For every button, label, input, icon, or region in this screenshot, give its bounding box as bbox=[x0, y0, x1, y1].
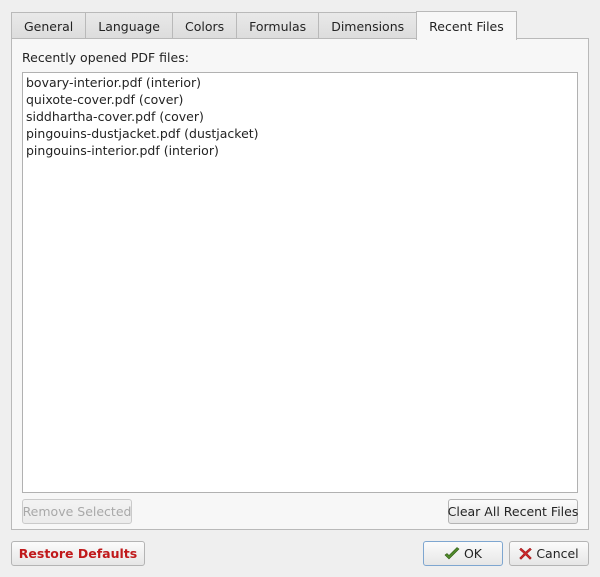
tab-general[interactable]: General bbox=[11, 12, 87, 39]
x-icon bbox=[519, 547, 533, 560]
list-item[interactable]: quixote-cover.pdf (cover) bbox=[26, 91, 577, 108]
list-item[interactable]: pingouins-interior.pdf (interior) bbox=[26, 142, 577, 159]
tab-formulas[interactable]: Formulas bbox=[236, 12, 320, 39]
recent-files-label: Recently opened PDF files: bbox=[22, 50, 189, 65]
cancel-button-label: Cancel bbox=[536, 546, 579, 561]
tab-colors[interactable]: Colors bbox=[171, 12, 238, 39]
ok-button[interactable]: OK bbox=[423, 541, 503, 566]
list-item[interactable]: pingouins-dustjacket.pdf (dustjacket) bbox=[26, 125, 577, 142]
cancel-button[interactable]: Cancel bbox=[509, 541, 589, 566]
remove-selected-button[interactable]: Remove Selected bbox=[22, 499, 132, 524]
tab-language[interactable]: Language bbox=[85, 12, 173, 39]
recent-files-panel: Recently opened PDF files: bovary-interi… bbox=[11, 38, 589, 530]
clear-all-recent-files-button[interactable]: Clear All Recent Files bbox=[448, 499, 578, 524]
tab-recent-files[interactable]: Recent Files bbox=[416, 11, 517, 40]
tab-bar: General Language Colors Formulas Dimensi… bbox=[11, 11, 517, 40]
restore-defaults-button[interactable]: Restore Defaults bbox=[11, 541, 145, 566]
preferences-dialog: General Language Colors Formulas Dimensi… bbox=[0, 0, 600, 577]
checkmark-icon bbox=[444, 546, 460, 561]
list-item[interactable]: bovary-interior.pdf (interior) bbox=[26, 74, 577, 91]
list-item[interactable]: siddhartha-cover.pdf (cover) bbox=[26, 108, 577, 125]
ok-button-label: OK bbox=[463, 546, 483, 561]
tab-dimensions[interactable]: Dimensions bbox=[318, 12, 418, 39]
recent-files-list[interactable]: bovary-interior.pdf (interior) quixote-c… bbox=[22, 72, 578, 493]
